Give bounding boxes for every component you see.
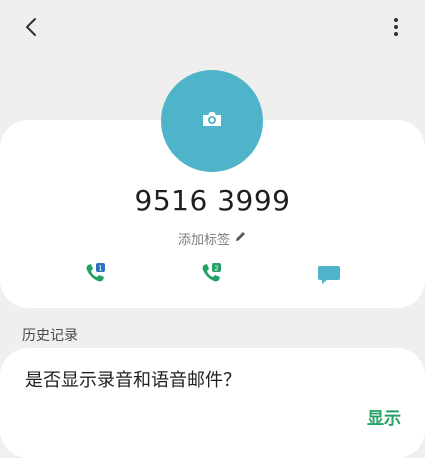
more-options-icon	[393, 17, 399, 41]
phone-sim2-icon: 2	[198, 261, 224, 291]
sim2-call-button[interactable]: 2	[196, 262, 226, 290]
sim1-call-button[interactable]: 1	[80, 262, 110, 290]
top-bar	[0, 0, 425, 56]
add-tag-link[interactable]: 添加标签	[0, 229, 425, 248]
show-button[interactable]: 显示	[367, 404, 401, 429]
contact-photo-button[interactable]	[161, 70, 263, 172]
sim1-badge: 1	[98, 265, 102, 273]
back-arrow-icon	[23, 17, 39, 41]
history-card	[0, 348, 425, 458]
sim2-badge: 2	[214, 265, 218, 273]
pencil-icon	[234, 230, 247, 247]
show-recordings-question: 是否显示录音和语音邮件？	[25, 370, 241, 391]
more-options-button[interactable]	[387, 12, 405, 46]
chat-bubble-icon	[316, 261, 342, 291]
back-button[interactable]	[14, 12, 48, 46]
add-tag-label: 添加标签	[177, 233, 230, 248]
phone-sim1-icon: 1	[82, 261, 108, 291]
phone-number: 9516 3999	[134, 184, 291, 217]
message-button[interactable]	[314, 262, 344, 290]
history-section-label: 历史记录	[22, 328, 78, 344]
camera-icon	[201, 110, 223, 132]
